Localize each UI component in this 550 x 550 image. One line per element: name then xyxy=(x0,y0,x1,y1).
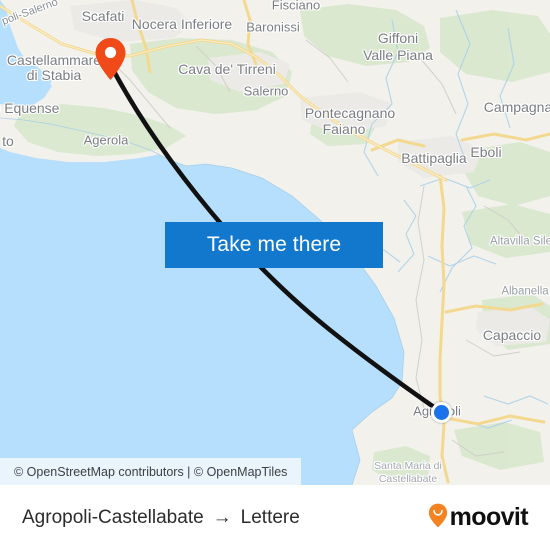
destination-marker-pin[interactable] xyxy=(94,37,127,81)
origin-marker-dot[interactable] xyxy=(431,402,452,423)
take-me-there-button[interactable]: Take me there xyxy=(165,222,383,268)
trip-title: Agropoli-Castellabate → Lettere xyxy=(22,507,300,529)
moovit-pin-icon xyxy=(428,503,448,533)
map-attribution: © OpenStreetMap contributors | © OpenMap… xyxy=(0,458,302,485)
map-container[interactable]: poli-Salerno Scafati Nocera Inferiore Fisci… xyxy=(0,0,550,485)
moovit-wordmark: moovit xyxy=(449,503,529,531)
trip-destination: Lettere xyxy=(240,506,300,528)
moovit-logo[interactable]: moovit xyxy=(428,503,529,533)
arrow-right-icon: → xyxy=(212,507,232,528)
footer-bar: Agropoli-Castellabate → Lettere moovit xyxy=(0,485,550,550)
trip-origin: Agropoli-Castellabate xyxy=(22,506,204,528)
